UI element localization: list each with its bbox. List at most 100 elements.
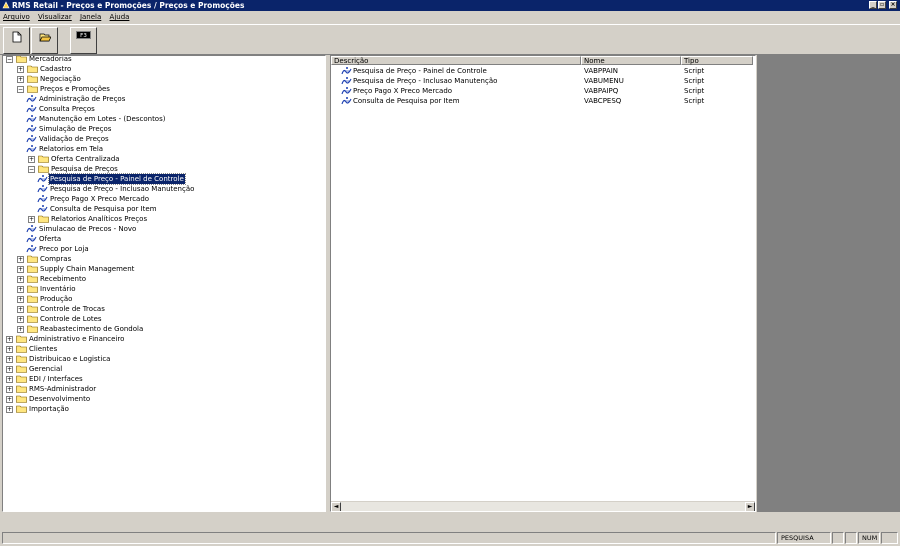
expand-icon[interactable]: + [6,386,13,393]
tree-item[interactable]: Oferta [3,234,323,244]
menu-ajuda[interactable]: Ajuda [110,13,130,21]
list-item[interactable]: Consulta de Pesquisa por Item VABCPESQ Scr… [331,96,751,106]
tree-item[interactable]: Preço Pago X Preco Mercado [3,194,323,204]
script-icon [341,86,352,96]
expand-icon[interactable]: + [28,216,35,223]
expand-icon[interactable]: + [28,156,35,163]
tree-item[interactable]: Simulacao de Precos - Novo [3,224,323,234]
expand-icon[interactable]: + [17,256,24,263]
cell-descricao: Preço Pago X Preco Mercado [353,87,453,95]
cell-tipo: Script [684,77,705,85]
tree-item[interactable]: + Recebimento [3,274,323,284]
tree-item[interactable]: + EDI / Interfaces [3,374,323,384]
tree-item[interactable]: − Pesquisa de Preços [3,164,323,174]
status-panel-main [2,532,776,544]
scroll-left-button[interactable]: ◄ [331,502,341,511]
folder-icon [38,165,49,173]
tree-item[interactable]: + Controle de Lotes [3,314,323,324]
expand-icon[interactable]: + [17,266,24,273]
folder-icon [27,65,38,73]
expand-icon[interactable]: + [6,356,13,363]
scroll-right-button[interactable]: ► [745,502,755,511]
horizontal-scrollbar[interactable]: ◄ ► [331,501,755,511]
tree-item[interactable]: + Cadastro [3,64,323,74]
tree-item[interactable]: Consulta Preços [3,104,323,114]
collapse-icon[interactable]: − [6,56,13,63]
tree-item[interactable]: Pesquisa de Preço - Painel de Controle [3,173,323,185]
folder-icon [16,365,27,373]
open-button[interactable] [31,27,58,54]
toolbar: F3 [0,24,900,55]
list-item[interactable]: Pesquisa de Preço - Inclusao Manutenção V… [331,76,751,86]
tree-item[interactable]: + Compras [3,254,323,264]
tree-item[interactable]: Consulta de Pesquisa por Item [3,204,323,214]
cell-tipo: Script [684,87,705,95]
column-header-tipo[interactable]: Tipo [681,56,753,65]
folder-icon [27,275,38,283]
expand-icon[interactable]: + [17,316,24,323]
expand-icon[interactable]: + [6,376,13,383]
tree-item[interactable]: + RMS-Administrador [3,384,323,394]
tree-item[interactable]: + Distribuicao e Logistica [3,354,323,364]
expand-icon[interactable]: + [17,326,24,333]
tree-item[interactable]: + Importação [3,404,323,414]
tree-item[interactable]: + Desenvolvimento [3,394,323,404]
f3-button[interactable]: F3 [70,27,97,54]
tree-item[interactable]: Relatorios em Tela [3,144,323,154]
tree-item[interactable]: − Preços e Promoções [3,84,323,94]
cell-tipo: Script [684,67,705,75]
list-item[interactable]: Preço Pago X Preco Mercado VABPAIPQ Script [331,86,751,96]
tree-item[interactable]: − Mercadorias [3,56,323,64]
tree-item[interactable]: + Clientes [3,344,323,354]
cell-nome: VABUMENU [584,77,624,85]
tree-item[interactable]: Preco por Loja [3,244,323,254]
navigation-tree[interactable]: − Mercadorias + Cadastro + Negociação − Preços … [2,55,326,512]
tree-item[interactable]: + Produção [3,294,323,304]
tree-item[interactable]: + Supply Chain Management [3,264,323,274]
new-button[interactable] [3,27,30,54]
collapse-icon[interactable]: − [28,166,35,173]
expand-icon[interactable]: + [6,406,13,413]
tree-item[interactable]: + Negociação [3,74,323,84]
expand-icon[interactable]: + [17,296,24,303]
menu-janela[interactable]: Janela [80,13,101,21]
tree-item[interactable]: Manutenção em Lotes - (Descontos) [3,114,323,124]
close-button[interactable]: × [889,1,897,9]
expand-icon[interactable]: + [17,286,24,293]
status-bar: PESQUISA NUM [0,530,900,546]
tree-item[interactable]: + Controle de Trocas [3,304,323,314]
tree-item[interactable]: Pesquisa de Preço - Inclusao Manutenção [3,184,323,194]
tree-item[interactable]: + Reabastecimento de Gondola [3,324,323,334]
folder-icon [16,375,27,383]
expand-icon[interactable]: + [17,306,24,313]
maximize-button[interactable]: ▫ [878,1,886,9]
tree-item[interactable]: + Administrativo e Financeiro [3,334,323,344]
tree-item[interactable]: + Relatorios Analíticos Preços [3,214,323,224]
expand-icon[interactable]: + [17,276,24,283]
column-header-descricao[interactable]: Descrição [331,56,581,65]
folder-icon [27,85,38,93]
tree-item[interactable]: Validação de Preços [3,134,323,144]
tree-item-label: Validação de Preços [39,135,109,143]
expand-icon[interactable]: + [17,66,24,73]
list-item[interactable]: Pesquisa de Preço - Painel de Controle VA… [331,66,751,76]
collapse-icon[interactable]: − [17,86,24,93]
menu-visualizar[interactable]: Visualizar [38,13,72,21]
expand-icon[interactable]: + [6,366,13,373]
expand-icon[interactable]: + [6,396,13,403]
expand-icon[interactable]: + [6,346,13,353]
tree-item[interactable]: + Gerencial [3,364,323,374]
column-header-nome[interactable]: Nome [581,56,681,65]
items-list[interactable]: Descrição Nome Tipo Pesquisa de Preço - … [330,55,756,512]
minimize-button[interactable]: _ [869,1,877,9]
tree-item[interactable]: Simulação de Preços [3,124,323,134]
tree-item[interactable]: + Inventário [3,284,323,294]
expand-icon[interactable]: + [17,76,24,83]
menu-arquivo[interactable]: Arquivo [3,13,30,21]
tree-item[interactable]: + Oferta Centralizada [3,154,323,164]
tree-item-label: Cadastro [40,65,72,73]
tree-item-label: Gerencial [29,365,63,373]
tree-item[interactable]: Administração de Preços [3,94,323,104]
expand-icon[interactable]: + [6,336,13,343]
folder-icon [16,56,27,63]
